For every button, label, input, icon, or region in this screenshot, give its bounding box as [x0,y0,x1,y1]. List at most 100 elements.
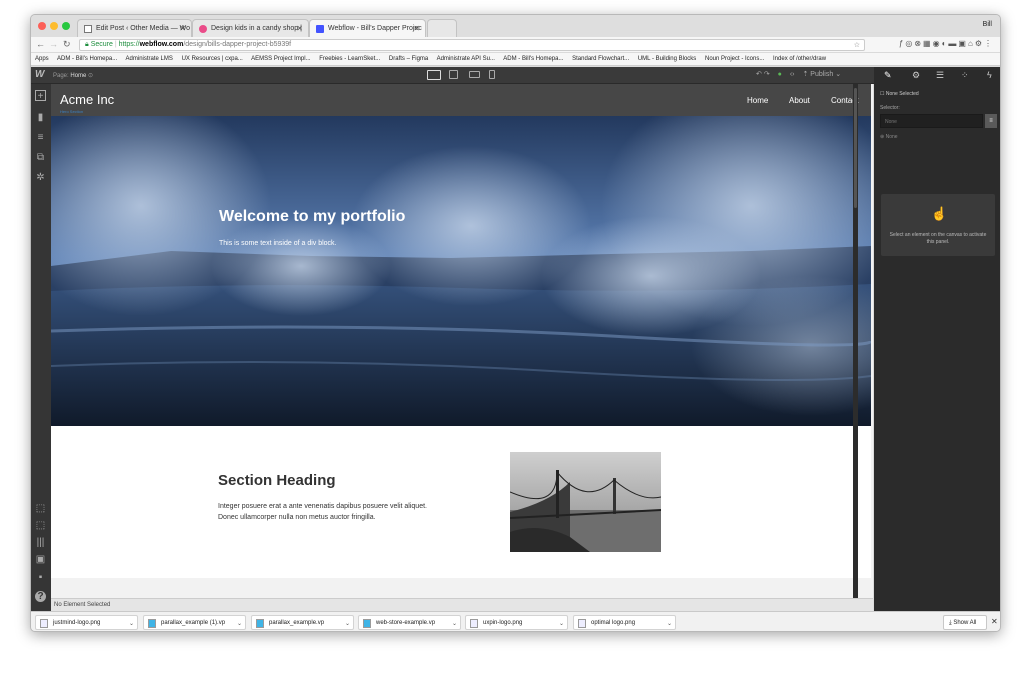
tab-design-kids[interactable]: Design kids in a candy shop | ✕ [192,19,309,37]
bookmark-item[interactable]: ADM - Bill's Homepa... [57,56,117,62]
download-item[interactable]: parallax_example.vp ⌄ [251,615,354,630]
design-canvas[interactable]: Acme Inc Hero Section Home About Contact [51,84,873,598]
nav-link-home[interactable]: Home [747,96,768,105]
hero-title[interactable]: Welcome to my portfolio [219,208,405,226]
page-selector[interactable]: Page: Home ⊙ [53,72,93,79]
show-all-downloads-button[interactable]: ⤓ Show All [943,615,987,630]
webflow-logo-icon[interactable]: W [35,69,44,80]
pages-icon[interactable]: ▮ [35,112,46,123]
settings-gear-icon[interactable]: ⚙ [912,70,920,81]
bookmark-item[interactable]: Administrate LMS [126,56,173,62]
scrollbar-thumb[interactable] [854,88,857,208]
select-icon[interactable]: ⬚ [35,503,46,514]
bridge-image[interactable] [510,452,661,552]
check-icon[interactable]: ● [778,71,782,78]
x-ray-icon[interactable]: ⬚ [35,520,46,531]
file-icon [148,619,156,628]
grid-icon[interactable]: ||| [35,537,46,548]
close-window-icon[interactable] [38,22,46,30]
redo-icon[interactable]: ↷ [764,71,770,78]
page-icon [84,25,92,33]
bookmark-item[interactable]: Noun Project - Icons... [705,56,764,62]
element-label: Hero Section [60,109,84,114]
bookmark-item[interactable]: Standard Flowchart... [572,56,629,62]
style-brush-icon[interactable]: ✎ [884,70,892,81]
bookmark-star-icon[interactable]: ☆ [854,41,860,49]
download-item[interactable]: uxpin-logo.png ⌄ [465,615,568,630]
none-option[interactable]: ⊕ None [880,134,898,140]
add-element-icon[interactable]: + [35,90,46,102]
panel-tabs: ✎ ⚙ ☰ ⁘ ϟ [874,67,1000,84]
chevron-down-icon[interactable]: ⌄ [237,620,242,627]
download-item[interactable]: justmind-logo.png ⌄ [35,615,138,630]
chevron-down-icon[interactable]: ⌄ [345,620,350,627]
bookmark-item[interactable]: UML - Building Blocks [638,56,696,62]
bookmark-item[interactable]: Drafts – Figma [389,56,428,62]
download-item[interactable]: optimal logo.png ⌄ [573,615,676,630]
back-icon[interactable]: ← [36,39,45,49]
lightning-icon[interactable]: ϟ [987,70,992,80]
tablet-icon[interactable] [449,70,458,79]
download-item[interactable]: parallax_example (1).vp ⌄ [143,615,246,630]
cms-icon[interactable]: ≡ [35,132,46,143]
help-icon[interactable]: ? [35,591,46,602]
publish-button[interactable]: ⇡ Publish ⌄ [802,71,841,78]
site-brand[interactable]: Acme Inc [60,92,114,107]
download-item[interactable]: web-store-example.vp ⌄ [358,615,461,630]
new-tab-button[interactable] [427,19,457,37]
site-header[interactable]: Acme Inc Hero Section Home About Contact [51,84,871,116]
maximize-window-icon[interactable] [62,22,70,30]
close-downloads-icon[interactable]: ✕ [991,617,998,626]
bookmark-item[interactable]: Index of /other/draw [773,56,826,62]
selector-menu-button[interactable]: ≡ [985,114,997,128]
close-tab-icon[interactable]: ✕ [179,24,186,33]
interactions-icon[interactable]: ⁘ [961,70,969,81]
canvas-scrollbar[interactable] [853,84,858,598]
forward-icon[interactable]: → [49,39,58,49]
selector-input[interactable]: None [880,114,983,128]
chevron-down-icon[interactable]: ⌄ [452,620,457,627]
close-tab-icon[interactable]: ✕ [413,24,420,33]
undo-icon[interactable]: ↶ [756,71,762,78]
status-bar: No Element Selected [51,598,873,611]
bookmark-item[interactable]: UX Resources | cxpa... [182,56,243,62]
desktop-icon[interactable] [427,70,441,80]
preview-icon[interactable]: ▣ [35,554,46,565]
settings-icon[interactable]: ✲ [35,172,46,183]
empty-panel-box: ☝ Select an element on the canvas to act… [881,194,995,256]
bookmark-item[interactable]: Administrate API Su... [437,56,495,62]
bookmark-item[interactable]: Apps [35,56,49,62]
tab-webflow[interactable]: Webflow - Bill's Dapper Projec ✕ [309,19,426,37]
profile-name[interactable]: Bill [983,21,992,28]
hero-text[interactable]: This is some text inside of a div block. [219,240,337,247]
section-paragraph[interactable]: Integer posuere erat a ante venenatis da… [218,501,443,523]
navigator-icon[interactable]: ☰ [936,70,944,81]
secure-label: Secure [90,41,113,48]
bookmark-item[interactable]: AEMSS Project Impl... [251,56,310,62]
nav-link-about[interactable]: About [789,96,810,105]
file-icon [470,619,478,628]
preview-eye-icon[interactable]: ⊙ [88,73,93,79]
minimize-window-icon[interactable] [50,22,58,30]
mobile-portrait-icon[interactable] [489,70,495,79]
address-bar[interactable]: 🔒︎ Secure | https://webflow.com/design/b… [79,39,865,51]
bookmark-item[interactable]: Freebies - LearnSket... [319,56,380,62]
content-section[interactable]: Section Heading Integer posuere erat a a… [51,426,871,578]
mobile-landscape-icon[interactable] [469,71,480,78]
export-icon[interactable]: ▪ [35,572,46,583]
assets-icon[interactable]: ⧉ [35,152,46,163]
chevron-down-icon[interactable]: ⌄ [559,620,564,627]
tab-edit-post[interactable]: Edit Post ‹ Other Media — Wo ✕ [77,19,192,37]
hero-section[interactable]: Welcome to my portfolio This is some tex… [51,116,871,426]
close-tab-icon[interactable]: ✕ [296,24,303,33]
pointer-hand-icon: ☝ [931,206,948,221]
reload-icon[interactable]: ↻ [63,39,71,50]
chevron-down-icon[interactable]: ⌄ [129,620,134,627]
url-path: /design/bills-dapper-project-b5939f [183,41,292,48]
code-icon[interactable]: ‹› [790,71,795,78]
bookmark-item[interactable]: ADM - Bill's Homepa... [503,56,563,62]
chevron-down-icon[interactable]: ⌄ [667,620,672,627]
file-icon [578,619,586,628]
extension-icons[interactable]: ƒ◎⊗▦◉◐▬▣⌂⚙⋮ [899,39,994,48]
section-heading[interactable]: Section Heading [218,472,336,489]
